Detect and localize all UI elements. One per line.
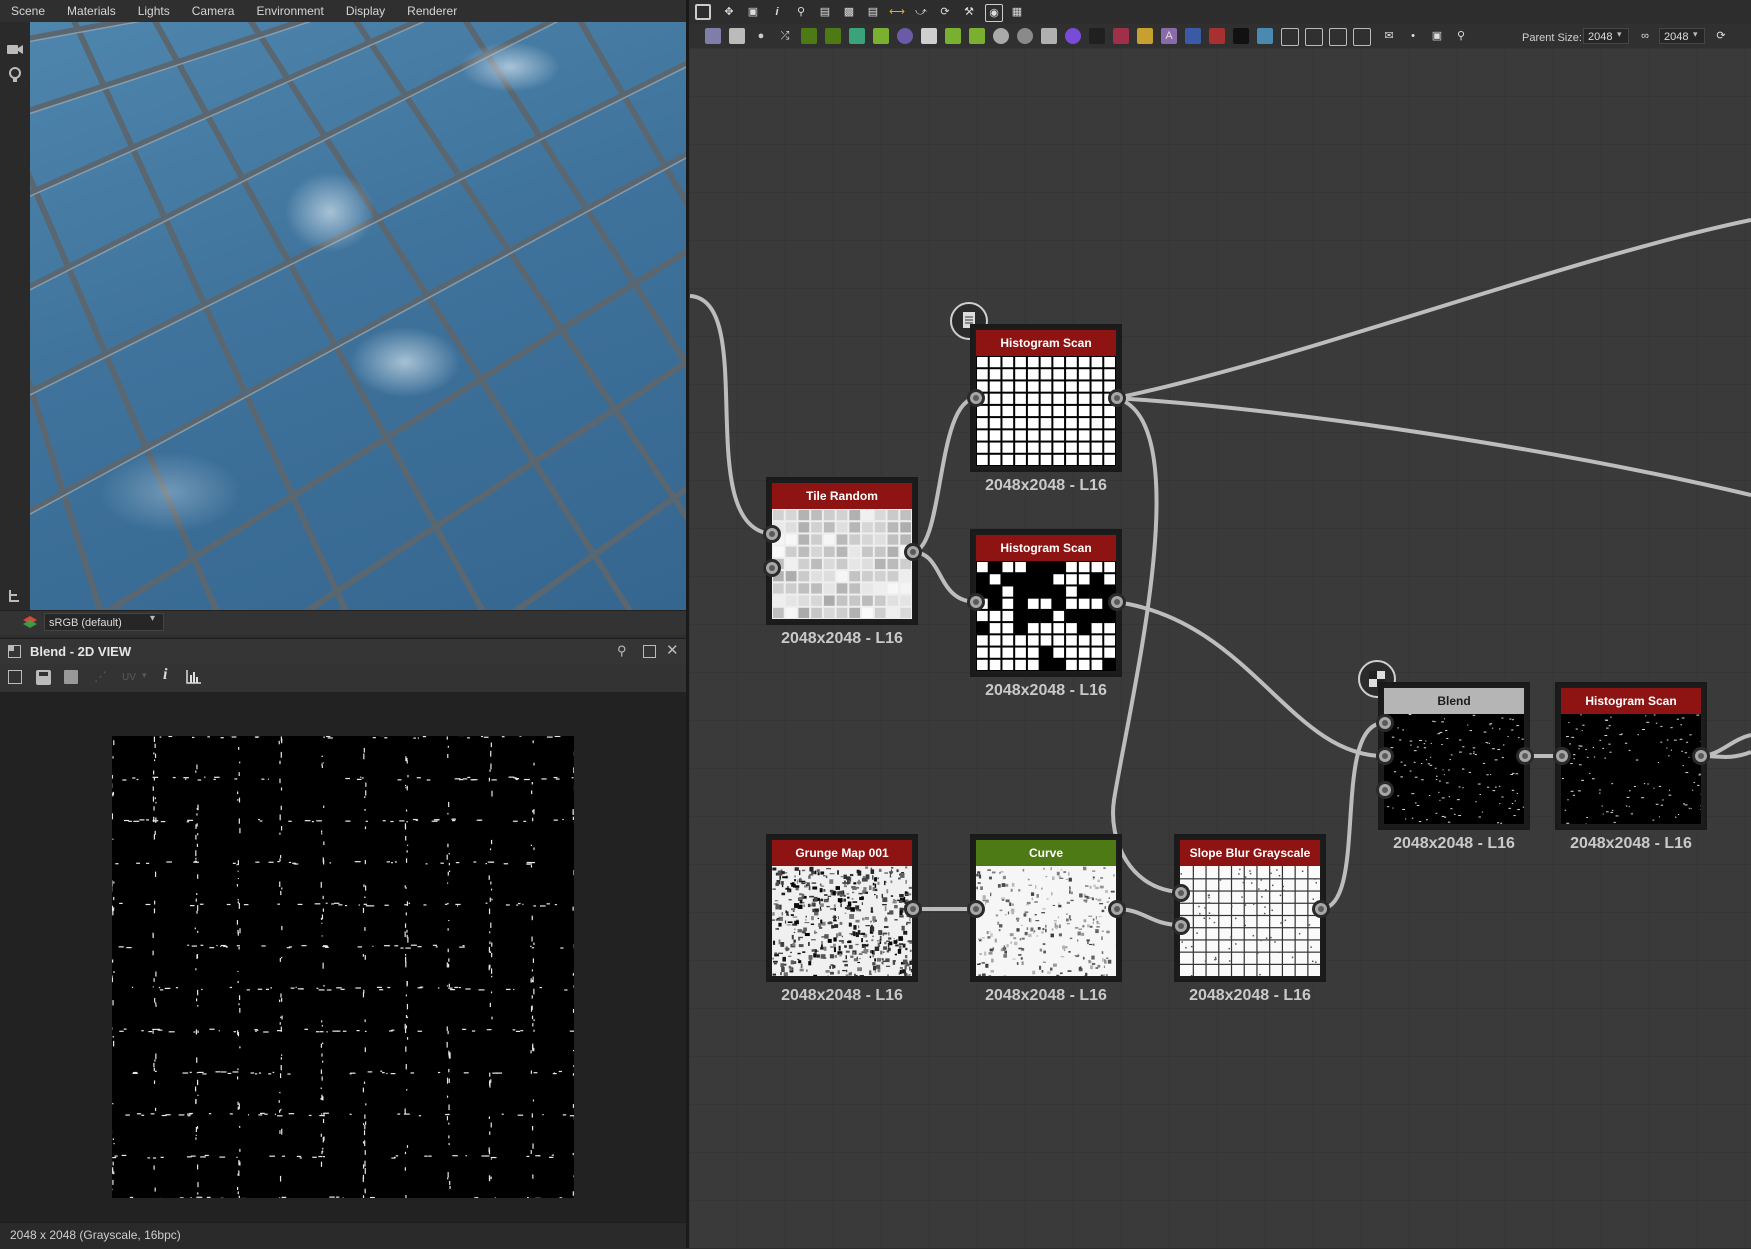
node-thumbnail <box>1180 866 1320 976</box>
output-port[interactable] <box>1312 900 1330 918</box>
node-tile-random[interactable]: Tile Random <box>766 477 918 625</box>
output-port[interactable] <box>1692 747 1710 765</box>
node-thumbnail <box>772 509 912 619</box>
node-size-label: 2048x2048 - L16 <box>1369 835 1539 853</box>
node-size-label: 2048x2048 - L16 <box>1165 987 1335 1005</box>
node-histogram-scan-2[interactable]: Histogram Scan <box>970 529 1122 677</box>
output-port[interactable] <box>1108 389 1126 407</box>
node-size-label: 2048x2048 - L16 <box>961 987 1131 1005</box>
input-port[interactable] <box>1376 781 1394 799</box>
node-title: Tile Random <box>772 483 912 509</box>
node-title: Slope Blur Grayscale <box>1180 840 1320 866</box>
node-size-label: 2048x2048 - L16 <box>1546 835 1716 853</box>
node-histogram-scan-3[interactable]: Histogram Scan <box>1555 682 1707 830</box>
node-title: Histogram Scan <box>976 535 1116 561</box>
input-port[interactable] <box>967 593 985 611</box>
input-port[interactable] <box>967 900 985 918</box>
input-port[interactable] <box>1172 917 1190 935</box>
output-port[interactable] <box>1108 593 1126 611</box>
node-thumbnail <box>976 866 1116 976</box>
output-port[interactable] <box>904 900 922 918</box>
node-title: Curve <box>976 840 1116 866</box>
input-port[interactable] <box>1376 714 1394 732</box>
node-thumbnail <box>976 561 1116 671</box>
node-histogram-scan-1[interactable]: Histogram Scan <box>970 324 1122 472</box>
node-size-label: 2048x2048 - L16 <box>961 682 1131 700</box>
input-port[interactable] <box>763 525 781 543</box>
node-blend[interactable]: Blend <box>1378 682 1530 830</box>
input-port[interactable] <box>763 559 781 577</box>
node-grunge-map-001[interactable]: Grunge Map 001 <box>766 834 918 982</box>
node-slope-blur-grayscale[interactable]: Slope Blur Grayscale <box>1174 834 1326 982</box>
node-title: Blend <box>1384 688 1524 714</box>
output-port[interactable] <box>1516 747 1534 765</box>
node-size-label: 2048x2048 - L16 <box>757 987 927 1005</box>
input-port[interactable] <box>967 389 985 407</box>
input-port[interactable] <box>1553 747 1571 765</box>
node-size-label: 2048x2048 - L16 <box>961 477 1131 495</box>
node-title: Grunge Map 001 <box>772 840 912 866</box>
node-thumbnail <box>1561 714 1701 824</box>
node-thumbnail <box>976 356 1116 466</box>
node-thumbnail <box>772 866 912 976</box>
node-curve[interactable]: Curve <box>970 834 1122 982</box>
output-port[interactable] <box>904 543 922 561</box>
node-thumbnail <box>1384 714 1524 824</box>
output-port[interactable] <box>1108 900 1126 918</box>
node-title: Histogram Scan <box>976 330 1116 356</box>
node-size-label: 2048x2048 - L16 <box>757 630 927 648</box>
node-title: Histogram Scan <box>1561 688 1701 714</box>
input-port[interactable] <box>1172 884 1190 902</box>
input-port[interactable] <box>1376 747 1394 765</box>
